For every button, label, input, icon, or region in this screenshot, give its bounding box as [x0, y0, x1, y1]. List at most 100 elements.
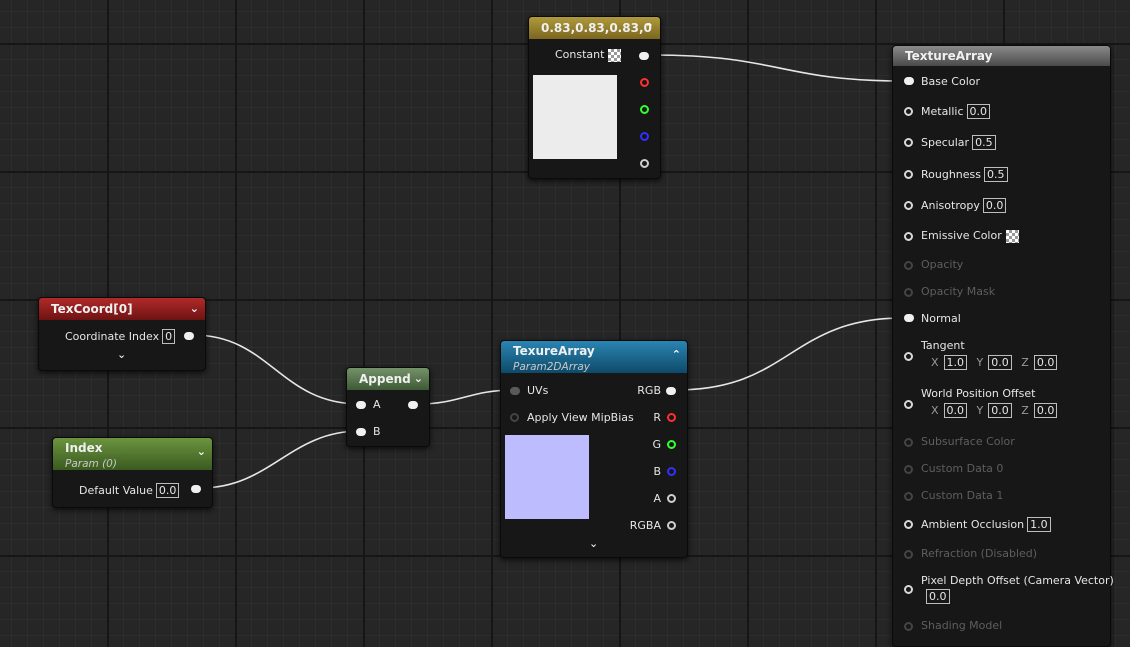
- append-input-a-label: A: [373, 398, 381, 411]
- wire-rgb-to-normal[interactable]: [675, 317, 904, 391]
- rgba-output-pin[interactable]: [667, 521, 676, 530]
- specular-pin[interactable]: [904, 138, 913, 147]
- pixel-depth-offset-pin[interactable]: [904, 585, 913, 594]
- wpo-y-field[interactable]: 0.0: [988, 403, 1012, 418]
- append-node[interactable]: Append ⌄ A B: [346, 367, 430, 447]
- constant-node[interactable]: 0.83,0.83,0.83,0 ⌃ Constant: [528, 16, 661, 179]
- world-position-offset-label: World Position Offset: [921, 387, 1036, 400]
- chevron-down-icon[interactable]: ⌄: [197, 444, 206, 460]
- opacity-pin: [904, 261, 913, 270]
- index-node-header[interactable]: Index Param (0) ⌄: [53, 438, 212, 470]
- texcoord-node-header[interactable]: TexCoord[0] ⌄: [39, 298, 205, 320]
- tangent-pin[interactable]: [904, 352, 913, 361]
- constant-output-g-pin[interactable]: [640, 105, 649, 114]
- texcoord-node-title: TexCoord[0]: [51, 302, 133, 316]
- g-output-label: G: [652, 438, 661, 451]
- append-output-pin[interactable]: [408, 401, 418, 409]
- wire-texcoord-to-append-a[interactable]: [192, 334, 361, 405]
- specular-field[interactable]: 0.5: [972, 135, 996, 150]
- r-output-pin[interactable]: [667, 413, 676, 422]
- r-output-label: R: [653, 411, 661, 424]
- checker-icon[interactable]: [1005, 229, 1019, 243]
- shading-model-label: Shading Model: [921, 619, 1003, 632]
- index-node-subtitle: Param (0): [65, 458, 117, 470]
- material-result-node[interactable]: TextureArray Base Color Metallic 0.0 Spec…: [892, 45, 1114, 647]
- world-position-offset-pin[interactable]: [904, 400, 913, 409]
- custom-data-1-label: Custom Data 1: [921, 489, 1004, 502]
- ambient-occlusion-field[interactable]: 1.0: [1027, 517, 1051, 532]
- ambient-occlusion-row: Ambient Occlusion 1.0: [921, 517, 1051, 532]
- pixel-depth-offset-label: Pixel Depth Offset (Camera Vector): [921, 574, 1114, 587]
- custom-data-0-pin: [904, 465, 913, 474]
- refraction-pin: [904, 550, 913, 559]
- constant-output-b-pin[interactable]: [640, 132, 649, 141]
- custom-data-0-label: Custom Data 0: [921, 462, 1004, 475]
- wpo-vector-row: X 0.0 Y 0.0 Z 0.0: [925, 403, 1058, 418]
- append-input-b-label: B: [373, 425, 381, 438]
- roughness-pin[interactable]: [904, 170, 913, 179]
- ambient-occlusion-pin[interactable]: [904, 520, 913, 529]
- constant-output-r-pin[interactable]: [640, 78, 649, 87]
- roughness-field[interactable]: 0.5: [984, 167, 1008, 182]
- material-node-title: TextureArray: [905, 49, 993, 63]
- append-node-header[interactable]: Append ⌄: [347, 368, 429, 390]
- anisotropy-field[interactable]: 0.0: [982, 198, 1007, 213]
- chevron-up-icon[interactable]: ⌃: [645, 17, 654, 39]
- wpo-x-field[interactable]: 0.0: [943, 403, 968, 418]
- append-input-a-pin[interactable]: [356, 401, 366, 409]
- chevron-down-icon[interactable]: ⌄: [414, 368, 423, 390]
- tangent-y-field[interactable]: 0.0: [988, 355, 1012, 370]
- pixel-depth-offset-value-row: 0.0: [921, 589, 950, 604]
- default-value-row: Default Value 0.0: [79, 483, 180, 498]
- b-output-pin[interactable]: [667, 467, 676, 476]
- a-output-pin[interactable]: [667, 494, 676, 503]
- chevron-down-icon[interactable]: ⌄: [117, 348, 126, 361]
- texcoord-output-pin[interactable]: [184, 332, 194, 340]
- wpo-z-field[interactable]: 0.0: [1033, 403, 1058, 418]
- pixel-depth-offset-field[interactable]: 0.0: [926, 589, 950, 604]
- texture-sample-node[interactable]: TexureArray Param2DArray ⌃ UVs Apply Vie…: [500, 340, 688, 558]
- uvs-input-pin[interactable]: [510, 387, 520, 395]
- mipbias-input-pin[interactable]: [510, 413, 519, 422]
- wire-constant-to-base-color[interactable]: [651, 54, 904, 82]
- index-node[interactable]: Index Param (0) ⌄ Default Value 0.0: [52, 437, 213, 508]
- opacity-mask-pin: [904, 288, 913, 297]
- normal-pin[interactable]: [904, 314, 914, 322]
- anisotropy-pin[interactable]: [904, 201, 913, 210]
- emissive-color-row: Emissive Color: [921, 229, 1019, 243]
- default-value-field[interactable]: 0.0: [155, 483, 180, 498]
- custom-data-1-pin: [904, 492, 913, 501]
- tangent-z-field[interactable]: 0.0: [1033, 355, 1058, 370]
- base-color-label: Base Color: [921, 75, 981, 88]
- metallic-pin[interactable]: [904, 107, 913, 116]
- material-node-header[interactable]: TextureArray: [893, 46, 1110, 66]
- chevron-up-icon[interactable]: ⌃: [672, 347, 681, 363]
- chevron-down-icon[interactable]: ⌄: [589, 537, 598, 550]
- metallic-field[interactable]: 0.0: [966, 104, 991, 119]
- constant-output-pin[interactable]: [639, 52, 649, 60]
- tangent-x-field[interactable]: 1.0: [943, 355, 968, 370]
- subsurface-color-pin: [904, 438, 913, 447]
- subsurface-color-label: Subsurface Color: [921, 435, 1015, 448]
- constant-output-label: Constant: [555, 48, 622, 62]
- texcoord-node[interactable]: TexCoord[0] ⌄ Coordinate Index 0 ⌄: [38, 297, 206, 371]
- mipbias-input-label: Apply View MipBias: [527, 411, 634, 424]
- index-output-pin[interactable]: [191, 485, 201, 493]
- tangent-vector-row: X 1.0 Y 0.0 Z 0.0: [925, 355, 1058, 370]
- append-input-b-pin[interactable]: [356, 428, 366, 436]
- index-node-title: Index: [65, 441, 103, 455]
- emissive-color-pin[interactable]: [904, 232, 913, 241]
- rgb-output-pin[interactable]: [666, 387, 676, 395]
- texture-sample-subtitle: Param2DArray: [513, 361, 590, 373]
- wire-index-to-append-b[interactable]: [200, 430, 361, 489]
- rgba-output-label: RGBA: [629, 519, 661, 532]
- tangent-label: Tangent: [921, 339, 965, 352]
- constant-output-a-pin[interactable]: [640, 159, 649, 168]
- g-output-pin[interactable]: [667, 440, 676, 449]
- coordinate-index-field[interactable]: 0: [162, 329, 176, 344]
- constant-node-header[interactable]: 0.83,0.83,0.83,0 ⌃: [529, 17, 660, 39]
- base-color-pin[interactable]: [904, 77, 914, 85]
- anisotropy-row: Anisotropy 0.0: [921, 198, 1007, 213]
- texture-sample-header[interactable]: TexureArray Param2DArray ⌃: [501, 341, 687, 373]
- chevron-down-icon[interactable]: ⌄: [190, 298, 199, 320]
